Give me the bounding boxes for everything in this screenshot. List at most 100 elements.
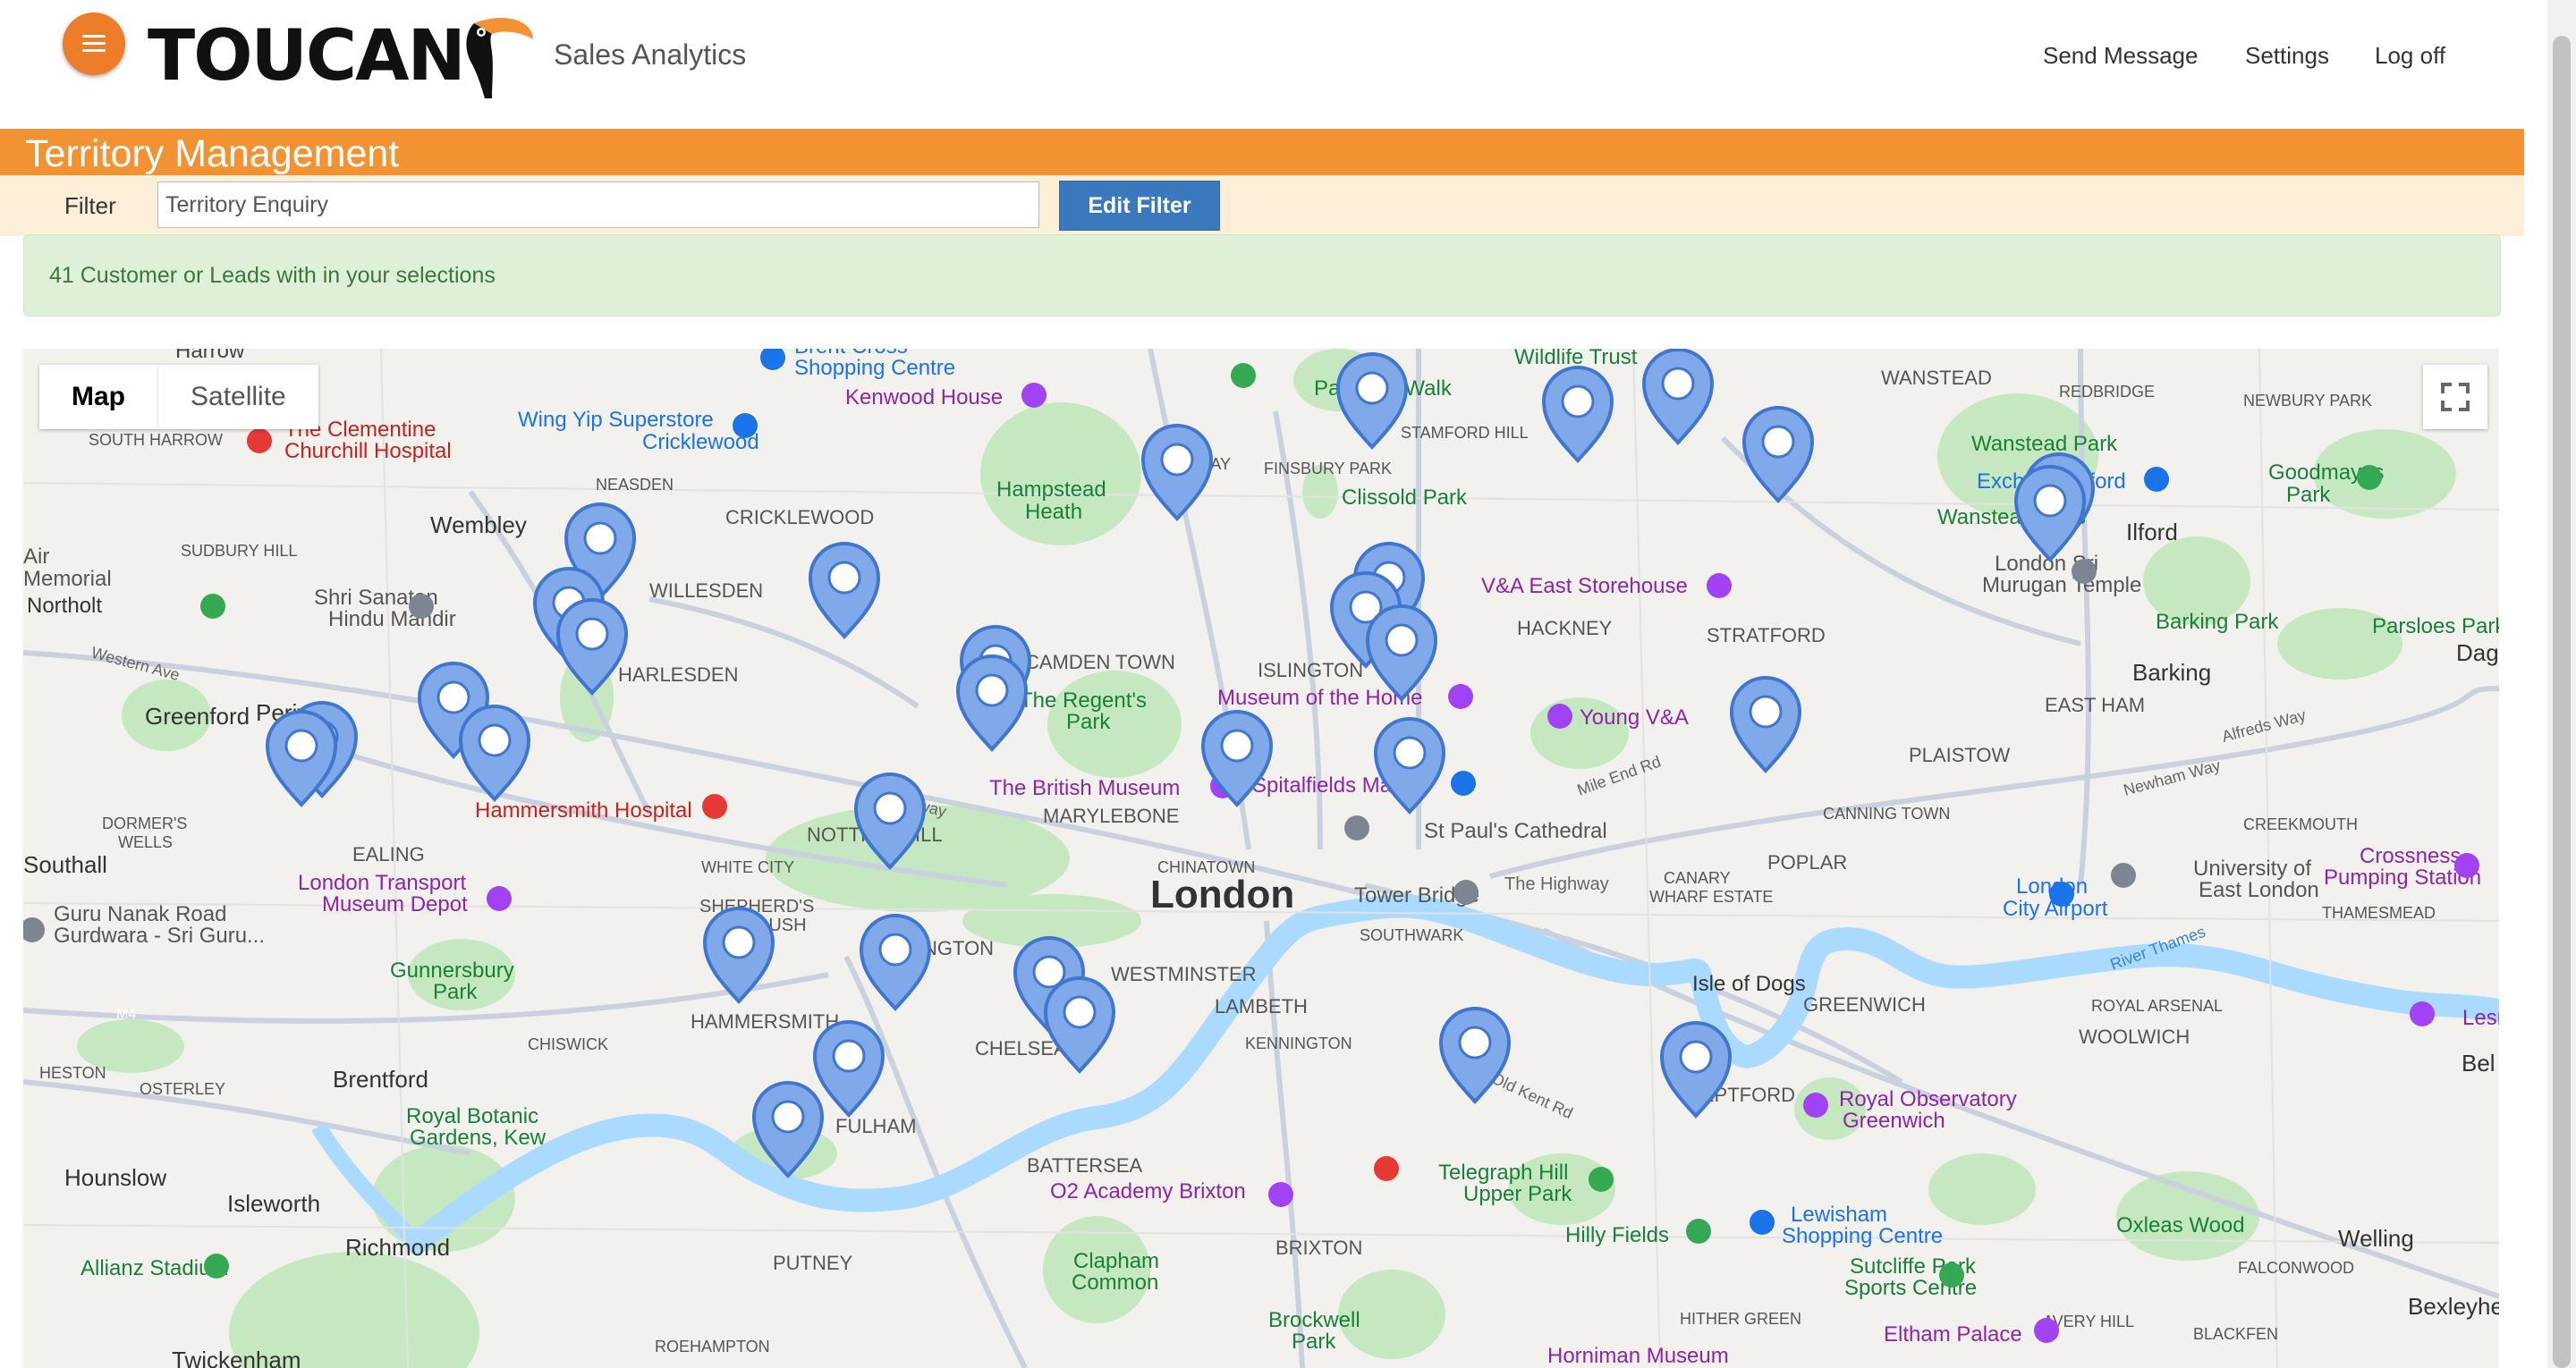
menu-button[interactable] bbox=[63, 13, 125, 75]
filter-bar: Filter Edit Filter bbox=[0, 175, 2524, 236]
map-label: Bel bbox=[2462, 1050, 2496, 1077]
territory-map[interactable]: Harrow SOUTH HARROW The Clementine Churc… bbox=[23, 349, 2499, 1368]
map-label: Brentford bbox=[333, 1066, 428, 1093]
map-marker[interactable] bbox=[1742, 406, 1814, 502]
page-title: Territory Management bbox=[25, 132, 400, 175]
log-off-link[interactable]: Log off bbox=[2375, 42, 2445, 70]
map-label: Barking Park bbox=[2156, 610, 2279, 634]
map-label: Hindu Mandir bbox=[328, 607, 456, 631]
map-label: GREENWICH bbox=[1803, 993, 1926, 1016]
map-label: Harrow bbox=[175, 349, 245, 363]
map-label: Northolt bbox=[27, 594, 102, 618]
map-label: Lesnes bbox=[2462, 1006, 2499, 1030]
map-label: WANSTEAD bbox=[1881, 367, 1992, 389]
map-label: Park bbox=[1066, 710, 1111, 734]
map-label: Clapham bbox=[1073, 1249, 1159, 1273]
map-label: Hounslow bbox=[64, 1164, 166, 1191]
map-label: Ilford bbox=[2126, 519, 2178, 545]
map-marker[interactable] bbox=[1336, 352, 1408, 449]
map-label: EALING bbox=[352, 843, 425, 866]
scrollbar-thumb[interactable] bbox=[2553, 36, 2571, 1368]
app-subtitle: Sales Analytics bbox=[554, 38, 747, 71]
map-label: Museum Depot bbox=[322, 892, 468, 916]
map-label: Hilly Fields bbox=[1565, 1223, 1669, 1247]
map-label: FULHAM bbox=[835, 1115, 916, 1137]
map-label: Young V&A bbox=[1580, 705, 1689, 730]
map-label: Kenwood House bbox=[845, 385, 1003, 410]
map-label: MARYLEBONE bbox=[1043, 805, 1179, 827]
map-label: Isle of Dogs bbox=[1692, 972, 1806, 996]
map-label: KENNINGTON bbox=[1245, 1034, 1352, 1052]
map-label: Murugan Temple bbox=[1982, 573, 2141, 597]
map-label: BATTERSEA bbox=[1027, 1154, 1143, 1177]
map-marker[interactable] bbox=[1374, 717, 1445, 814]
fullscreen-icon bbox=[2441, 383, 2470, 411]
map-label: East London bbox=[2199, 878, 2319, 902]
map-label: PLAISTOW bbox=[1909, 744, 2011, 766]
satellite-view-button[interactable]: Satellite bbox=[157, 365, 318, 429]
map-label: Greenwich bbox=[1843, 1109, 1945, 1133]
map-marker[interactable] bbox=[809, 542, 880, 638]
map-label: NEASDEN bbox=[596, 476, 674, 494]
map-marker[interactable] bbox=[1542, 366, 1614, 462]
map-label: DORMER'S bbox=[102, 815, 187, 832]
filter-input[interactable] bbox=[157, 182, 1039, 228]
map-label: Dag bbox=[2456, 639, 2499, 666]
map-label: CANARY bbox=[1664, 869, 1731, 887]
page-title-bar: Territory Management bbox=[0, 129, 2524, 175]
map-label: STRATFORD bbox=[1707, 624, 1826, 646]
map-label: BLACKFEN bbox=[2193, 1325, 2278, 1343]
map-marker[interactable] bbox=[1141, 424, 1213, 520]
map-label: Air bbox=[23, 545, 49, 569]
map-marker[interactable] bbox=[813, 1020, 885, 1117]
map-label: CREEKMOUTH bbox=[2243, 815, 2358, 833]
map-label: WHITE CITY bbox=[701, 858, 794, 876]
map-label: Gardens, Kew bbox=[410, 1126, 547, 1150]
map-label: PUTNEY bbox=[773, 1252, 853, 1274]
map-marker[interactable] bbox=[860, 914, 931, 1010]
hamburger-icon bbox=[82, 49, 106, 52]
page-scrollbar[interactable] bbox=[2547, 0, 2576, 1368]
toucan-bird-icon bbox=[466, 18, 533, 98]
map-label: Welling bbox=[2338, 1225, 2414, 1252]
send-message-link[interactable]: Send Message bbox=[2043, 42, 2198, 70]
fullscreen-button[interactable] bbox=[2423, 365, 2487, 429]
map-label: The Regent's bbox=[1020, 688, 1147, 713]
results-alert: 41 Customer or Leads with in your select… bbox=[23, 234, 2501, 317]
settings-link[interactable]: Settings bbox=[2245, 42, 2329, 70]
map-label: CHISWICK bbox=[528, 1035, 608, 1053]
map-label: ROYAL ARSENAL bbox=[2091, 997, 2223, 1015]
map-label: SOUTHWARK bbox=[1360, 926, 1463, 944]
map-marker[interactable] bbox=[1642, 349, 1714, 444]
map-canvas[interactable]: Harrow SOUTH HARROW The Clementine Churc… bbox=[23, 349, 2499, 1368]
map-label: London bbox=[1150, 873, 1294, 916]
map-label: O2 Academy Brixton bbox=[1050, 1179, 1246, 1203]
map-label: Park bbox=[2286, 483, 2331, 507]
map-label: St Paul's Cathedral bbox=[1424, 819, 1607, 843]
results-count-text: 41 Customer or Leads with in your select… bbox=[49, 263, 496, 288]
map-label: HAMMERSMITH bbox=[691, 1010, 839, 1033]
map-view-button[interactable]: Map bbox=[39, 365, 157, 429]
map-label: Richmond bbox=[345, 1234, 450, 1261]
map-label: BRIXTON bbox=[1275, 1237, 1362, 1259]
map-label: THAMESMEAD bbox=[2322, 904, 2436, 922]
map-label: Hammersmith Hospital bbox=[475, 798, 692, 823]
map-label: Royal Botanic bbox=[406, 1104, 538, 1128]
map-label: Greenford bbox=[145, 703, 250, 730]
logo-text: TOUCAN bbox=[148, 16, 466, 97]
map-marker[interactable] bbox=[956, 654, 1028, 751]
map-label: Upper Park bbox=[1463, 1182, 1572, 1206]
map-label: Shopping Centre bbox=[1782, 1224, 1943, 1248]
map-label: V&A East Storehouse bbox=[1481, 574, 1688, 598]
filter-label: Filter bbox=[64, 192, 116, 219]
map-label: Heath bbox=[1025, 500, 1082, 524]
map-label: Horniman Museum bbox=[1547, 1344, 1729, 1368]
map-marker[interactable] bbox=[1730, 676, 1801, 773]
map-marker[interactable] bbox=[2014, 465, 2086, 562]
map-label: Eltham Palace bbox=[1884, 1322, 2022, 1347]
map-label: Wanstead Park bbox=[1971, 432, 2118, 456]
map-label: Wing Yip Superstore bbox=[518, 408, 714, 432]
map-label: HITHER GREEN bbox=[1680, 1310, 1801, 1328]
edit-filter-button[interactable]: Edit Filter bbox=[1059, 181, 1220, 231]
map-label: Parsloes Park bbox=[2372, 614, 2499, 638]
